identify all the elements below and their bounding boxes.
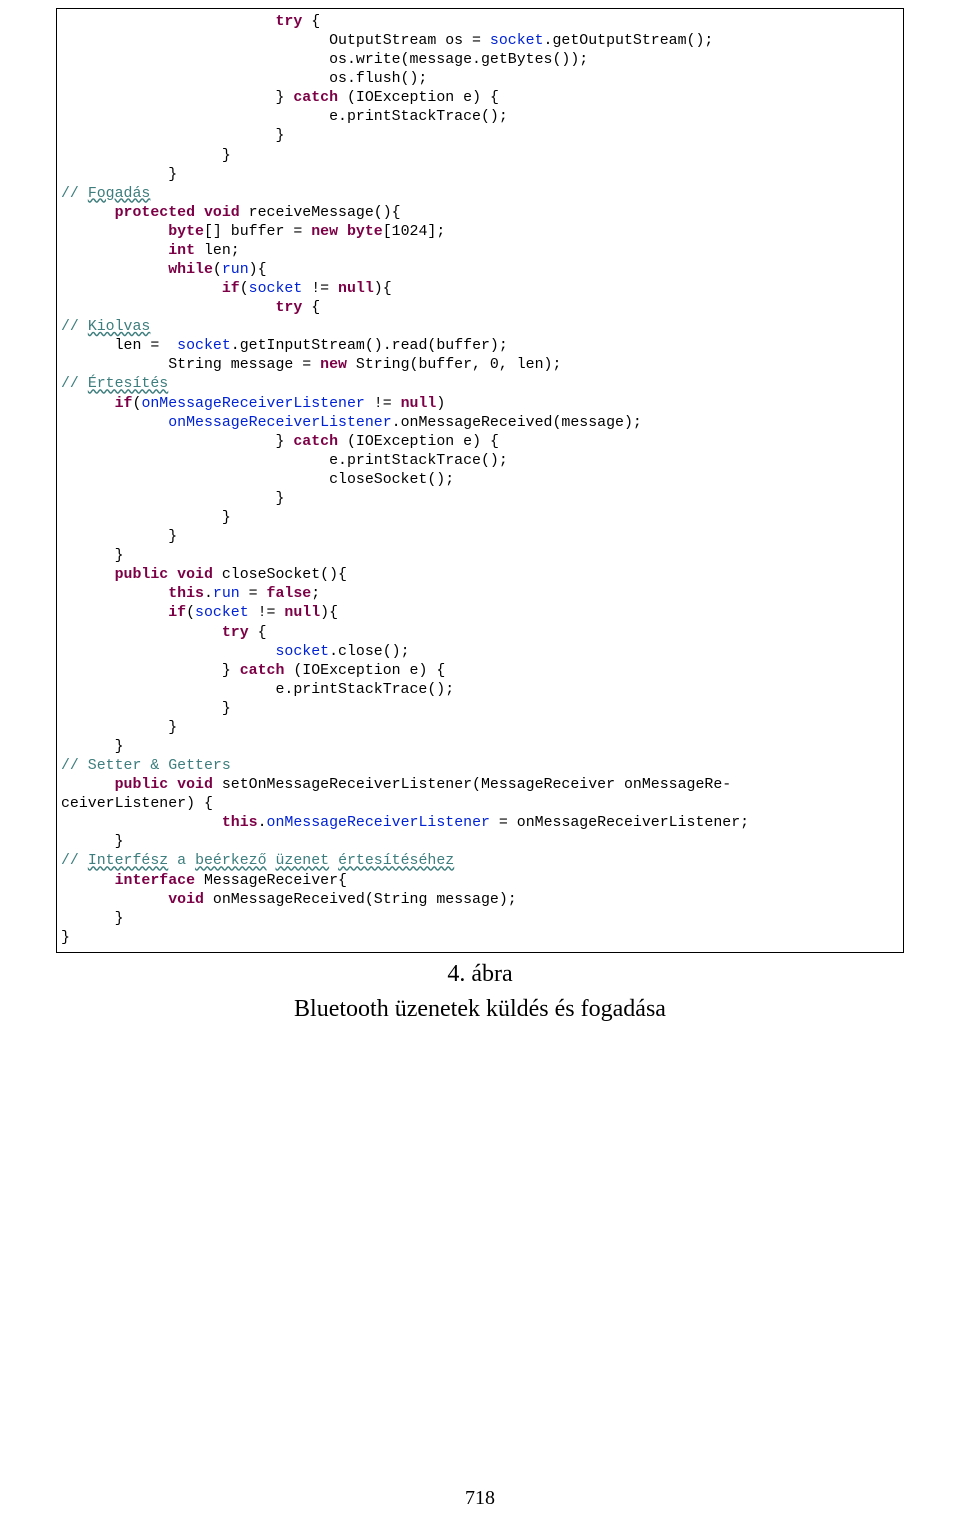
caption-line-2: Bluetooth üzenetek küldés és fogadása [0,994,960,1025]
page: try { OutputStream os = socket.getOutput… [0,0,960,1540]
code-box: try { OutputStream os = socket.getOutput… [56,8,904,953]
figure-caption: 4. ábra Bluetooth üzenetek küldés és fog… [0,955,960,1024]
code-content: try { OutputStream os = socket.getOutput… [57,13,903,948]
page-number: 718 [0,1486,960,1512]
caption-line-1: 4. ábra [0,959,960,990]
